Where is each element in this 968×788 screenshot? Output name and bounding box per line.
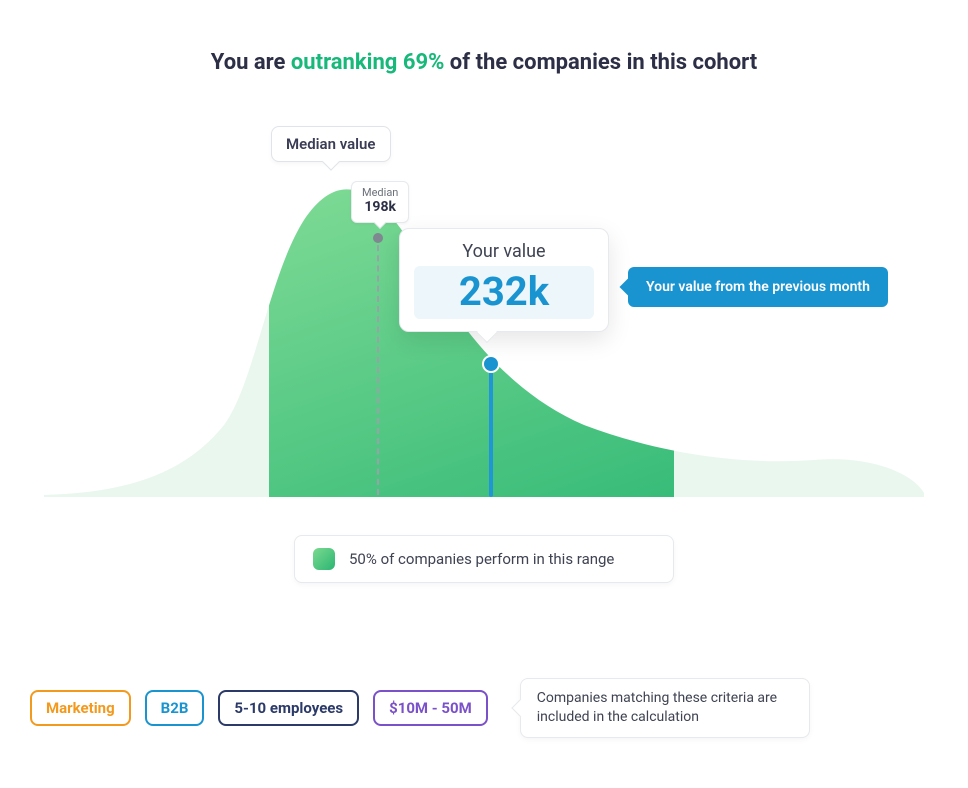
your-value-dot (484, 357, 498, 371)
median-small-label: Median (362, 186, 398, 199)
median-small-value: 198k (362, 199, 398, 216)
median-line (377, 235, 379, 495)
headline-highlight: outranking 69% (291, 50, 444, 75)
headline-prefix: You are (211, 50, 291, 75)
median-dot (373, 233, 383, 243)
headline: You are outranking 69% of the companies … (0, 0, 968, 75)
criteria-tooltip: Companies matching these criteria are in… (520, 678, 810, 738)
headline-suffix: of the companies in this cohort (444, 50, 757, 75)
criteria-pill-revenue[interactable]: $10M - 50M (373, 690, 488, 726)
criteria-pill-marketing[interactable]: Marketing (30, 690, 131, 726)
your-value-title: Your value (414, 241, 594, 262)
criteria-pill-employees[interactable]: 5-10 employees (218, 690, 359, 726)
median-small-tooltip: Median 198k (351, 181, 409, 223)
legend-text: 50% of companies perform in this range (349, 550, 614, 568)
criteria-row: Marketing B2B 5-10 employees $10M - 50M … (30, 678, 810, 738)
previous-month-tooltip: Your value from the previous month (628, 267, 888, 307)
your-value-card: Your value 232k (399, 228, 609, 332)
distribution-chart: Median value Median 198k Your value 232k… (44, 105, 924, 525)
your-value-line (489, 365, 493, 497)
legend: 50% of companies perform in this range (294, 535, 674, 583)
median-value-chip: Median value (271, 126, 391, 162)
legend-swatch (313, 548, 335, 570)
your-value-number: 232k (414, 266, 594, 319)
criteria-pill-b2b[interactable]: B2B (145, 690, 205, 726)
